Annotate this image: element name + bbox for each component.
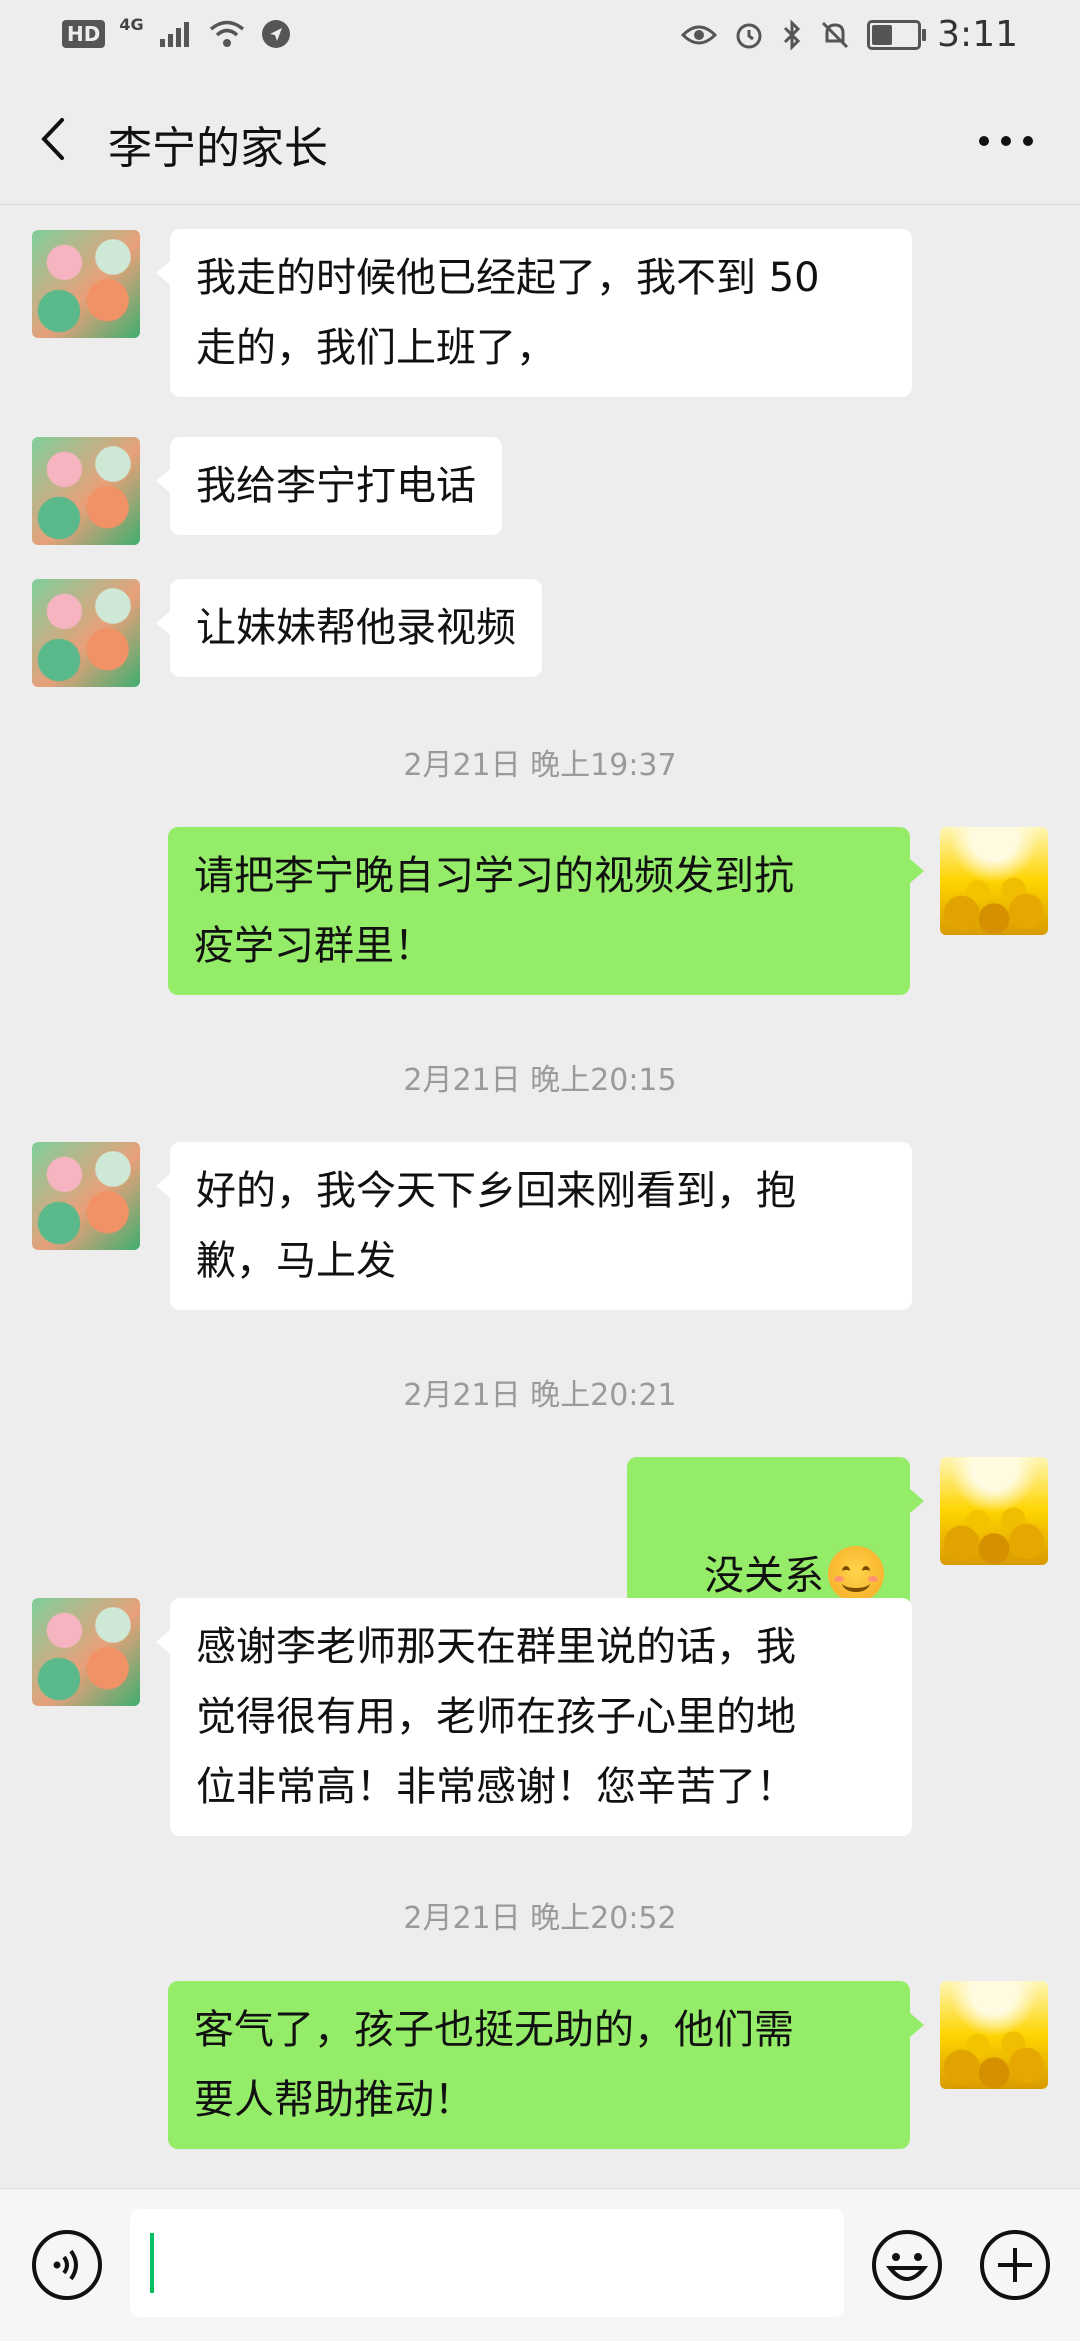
message-bubble-sent[interactable]: 客气了，孩子也挺无助的，他们需 要人帮助推动！ — [168, 1981, 924, 2149]
message-list[interactable]: 我走的时候他已经起了，我不到 50 走的，我们上班了， 我给李宁打电话 让妹妹帮… — [0, 205, 1080, 2185]
my-avatar[interactable] — [940, 827, 1048, 935]
wifi-icon — [209, 20, 244, 47]
hd-badge: HD — [62, 20, 106, 48]
voice-icon[interactable] — [30, 2228, 104, 2302]
contact-avatar[interactable] — [32, 579, 140, 687]
contact-avatar[interactable] — [32, 1598, 140, 1706]
my-avatar[interactable] — [940, 1457, 1048, 1565]
mute-icon — [822, 21, 849, 48]
emoji-icon[interactable] — [870, 2228, 944, 2302]
chevron-left-icon[interactable] — [30, 114, 80, 164]
network-type: 4G — [119, 14, 144, 34]
message-bubble-received[interactable]: 我给李宁打电话 — [156, 437, 502, 535]
message-timestamp: 2月21日 晚上20:52 — [403, 1901, 677, 1936]
plus-icon[interactable] — [978, 2228, 1052, 2302]
my-avatar[interactable] — [940, 1981, 1048, 2089]
message-bubble-sent[interactable]: 请把李宁晚自习学习的视频发到抗 疫学习群里！ — [168, 827, 924, 995]
eye-icon — [681, 25, 718, 44]
contact-avatar[interactable] — [32, 437, 140, 545]
clock: 3:11 — [937, 14, 1018, 55]
location-icon — [261, 20, 290, 48]
chat-header: 李宁的家长 — [0, 74, 1080, 205]
bluetooth-icon — [784, 18, 801, 51]
chat-title: 李宁的家长 — [108, 123, 328, 174]
smile-emoji-icon — [828, 1546, 884, 1602]
contact-avatar[interactable] — [32, 230, 140, 338]
message-timestamp: 2月21日 晚上20:21 — [403, 1378, 677, 1413]
battery-icon — [867, 19, 927, 50]
message-bubble-received[interactable]: 感谢李老师那天在群里说的话，我 觉得很有用，老师在孩子心里的地 位非常高！非常感… — [156, 1598, 912, 1836]
message-timestamp: 2月21日 晚上19:37 — [403, 748, 677, 783]
message-text: 没关系 — [704, 1553, 824, 1599]
input-bar — [0, 2188, 1080, 2341]
signal-icon — [159, 22, 189, 47]
status-right: 3:11 — [681, 14, 1018, 55]
status-left: HD 4G — [62, 14, 292, 50]
contact-avatar[interactable] — [32, 1142, 140, 1250]
message-timestamp: 2月21日 晚上20:15 — [403, 1063, 677, 1098]
message-bubble-received[interactable]: 好的，我今天下乡回来刚看到，抱 歉，马上发 — [156, 1142, 912, 1310]
alarm-icon — [736, 23, 762, 48]
message-input[interactable] — [130, 2209, 844, 2317]
status-bar: HD 4G 3:11 — [0, 0, 1080, 74]
text-cursor — [150, 2233, 154, 2293]
message-bubble-received[interactable]: 我走的时候他已经起了，我不到 50 走的，我们上班了， — [156, 229, 912, 397]
message-bubble-received[interactable]: 让妹妹帮他录视频 — [156, 579, 542, 677]
more-horizontal-icon[interactable] — [976, 126, 1036, 156]
